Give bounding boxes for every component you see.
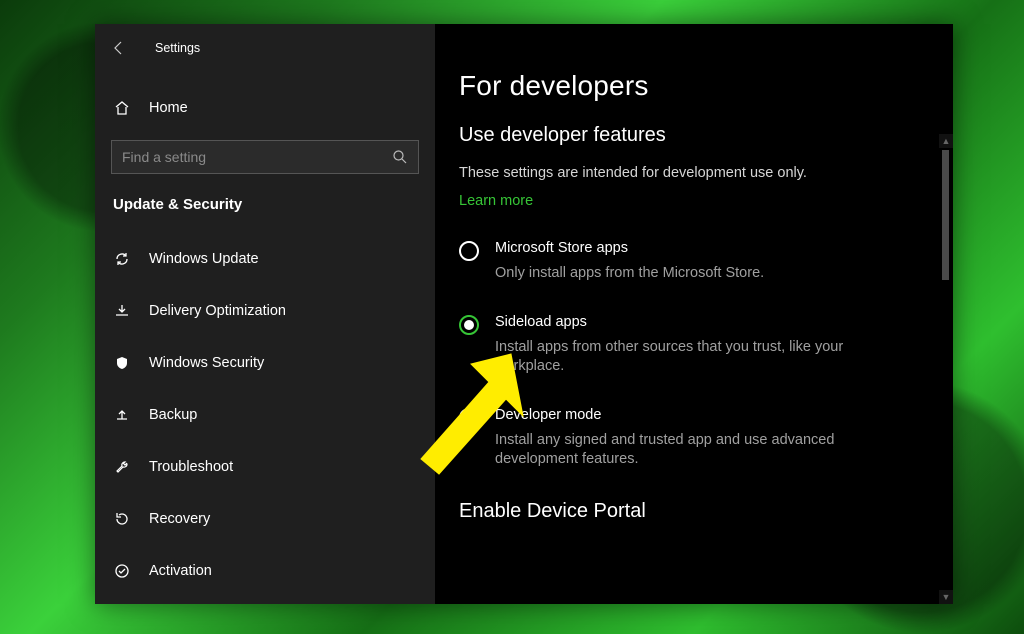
scroll-thumb[interactable] [942,150,949,280]
radio-icon[interactable] [459,408,479,428]
sidebar-nav: Windows Update Delivery Optimization Win… [95,233,435,597]
section-subtitle: Use developer features [459,124,953,147]
radio-icon[interactable] [459,241,479,261]
wrench-icon [113,459,131,475]
home-label: Home [149,100,188,116]
device-portal-title: Enable Device Portal [459,500,953,523]
sidebar-item-label: Backup [149,407,197,423]
option-title: Microsoft Store apps [495,240,764,256]
home-icon [113,100,131,116]
scroll-up-icon[interactable]: ▲ [939,134,953,148]
back-icon[interactable] [111,40,127,56]
sidebar-item-label: Delivery Optimization [149,303,286,319]
option-title: Developer mode [495,407,895,423]
section-description: These settings are intended for developm… [459,165,953,181]
option-desc: Install apps from other sources that you… [495,338,895,377]
home-button[interactable]: Home [95,86,435,130]
learn-more-link[interactable]: Learn more [459,193,533,209]
option-developer-mode[interactable]: Developer mode Install any signed and tr… [459,407,953,470]
sidebar-item-windows-update[interactable]: Windows Update [95,233,435,285]
option-desc: Only install apps from the Microsoft Sto… [495,264,764,284]
option-title: Sideload apps [495,314,895,330]
content-pane: For developers Use developer features Th… [435,24,953,604]
radio-icon[interactable] [459,315,479,335]
sync-icon [113,251,131,267]
sidebar-item-label: Windows Security [149,355,264,371]
sidebar-item-label: Activation [149,563,212,579]
recovery-icon [113,511,131,527]
check-circle-icon [113,563,131,579]
vertical-scrollbar[interactable]: ▲ ▼ [939,134,953,604]
search-icon [392,149,408,165]
sidebar-item-backup[interactable]: Backup [95,389,435,441]
settings-window: Settings Home Update & Security Windo [95,24,953,604]
backup-icon [113,407,131,423]
section-title: Update & Security [95,174,435,223]
download-icon [113,303,131,319]
developer-options: Microsoft Store apps Only install apps f… [459,240,953,470]
sidebar-item-recovery[interactable]: Recovery [95,493,435,545]
app-title: Settings [155,41,200,55]
sidebar-item-troubleshoot[interactable]: Troubleshoot [95,441,435,493]
sidebar-item-label: Recovery [149,511,210,527]
sidebar-item-delivery-optimization[interactable]: Delivery Optimization [95,285,435,337]
scroll-down-icon[interactable]: ▼ [939,590,953,604]
sidebar-item-label: Troubleshoot [149,459,233,475]
page-title: For developers [459,70,953,102]
title-bar: Settings [95,26,435,70]
sidebar-item-windows-security[interactable]: Windows Security [95,337,435,389]
option-store-apps[interactable]: Microsoft Store apps Only install apps f… [459,240,953,284]
search-input[interactable] [122,149,392,165]
sidebar: Settings Home Update & Security Windo [95,24,435,604]
shield-icon [113,355,131,371]
option-desc: Install any signed and trusted app and u… [495,431,895,470]
search-box[interactable] [111,140,419,174]
sidebar-item-label: Windows Update [149,251,259,267]
option-sideload-apps[interactable]: Sideload apps Install apps from other so… [459,314,953,377]
sidebar-item-activation[interactable]: Activation [95,545,435,597]
